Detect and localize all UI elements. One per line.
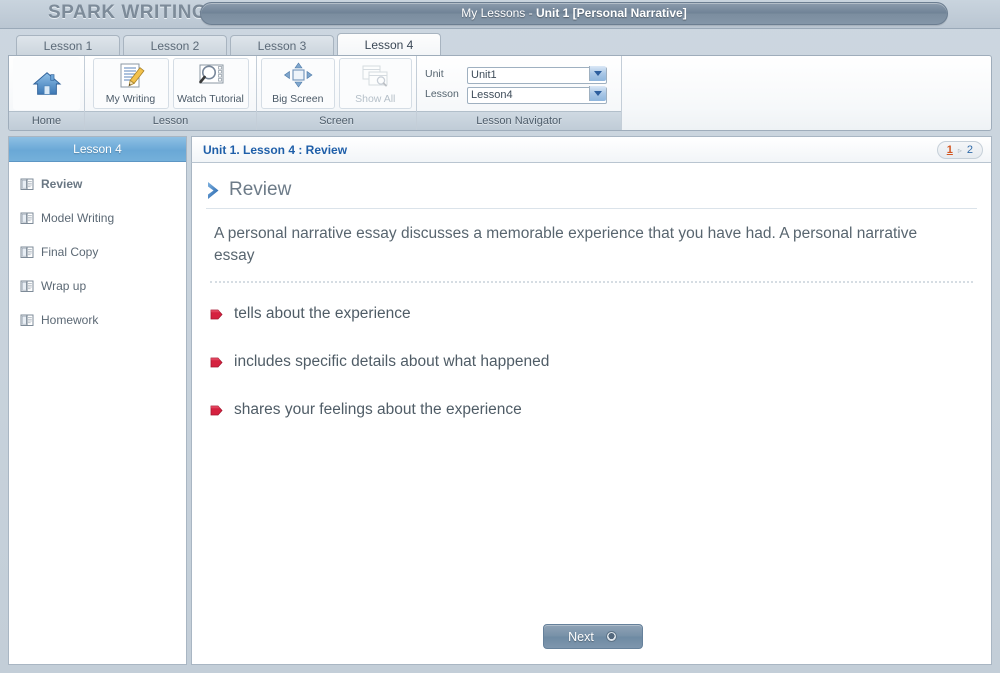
app-logo: SPARK WRITING [48, 2, 208, 23]
sidebar-list: Review Model Writing Final Copy Wrap up … [9, 162, 186, 332]
tab-lesson-3[interactable]: Lesson 3 [230, 35, 334, 55]
sidebar-header: Lesson 4 [9, 137, 186, 162]
list-item: tells about the experience [210, 305, 991, 323]
ribbon-toolbar: Home My Writing Watch Tutorial Lesson Bi… [8, 55, 992, 131]
sidebar-item-homework[interactable]: Homework [9, 308, 186, 332]
book-icon [20, 279, 34, 293]
bullet-list: tells about the experience includes spec… [192, 305, 991, 419]
sidebar-item-review[interactable]: Review [9, 172, 186, 196]
unit-selector-row: Unit Unit1 [425, 65, 613, 84]
title-bar: SPARK WRITING My Lessons - Unit 1 [Perso… [0, 0, 1000, 29]
pencil-document-icon [115, 61, 147, 91]
tab-lesson-1[interactable]: Lesson 1 [16, 35, 120, 55]
page-separator-icon: ▹ [957, 145, 962, 155]
lesson-select-wrap: Lesson4 [467, 85, 607, 104]
tab-lesson-4[interactable]: Lesson 4 [337, 33, 441, 55]
content-header: Unit 1. Lesson 4 : Review 1 ▹ 2 [191, 136, 992, 163]
lesson-select[interactable]: Lesson4 [467, 86, 607, 104]
windows-search-icon [359, 61, 391, 91]
show-all-label: Show All [355, 93, 396, 105]
show-all-button[interactable]: Show All [338, 58, 412, 109]
lesson-label: Lesson [425, 87, 459, 100]
next-button-wrap: Next [192, 624, 991, 649]
intro-paragraph: A personal narrative essay discusses a m… [214, 225, 918, 264]
lesson-tab-strip: Lesson 1 Lesson 2 Lesson 3 Lesson 4 [16, 33, 444, 55]
magnifier-film-icon [195, 61, 227, 91]
window-title-prefix: My Lessons - [461, 6, 536, 20]
page-2-button[interactable]: 2 [967, 144, 973, 156]
lesson-selector-row: Lesson Lesson4 [425, 85, 613, 104]
unit-select-wrap: Unit1 [467, 65, 607, 84]
sidebar-item-model-writing[interactable]: Model Writing [9, 206, 186, 230]
list-item-label: tells about the experience [234, 305, 411, 322]
window-title: My Lessons - Unit 1 [Personal Narrative] [201, 6, 947, 20]
red-arrow-bullet-icon [210, 404, 223, 417]
pagination: 1 ▹ 2 [936, 141, 983, 159]
window-title-pill: My Lessons - Unit 1 [Personal Narrative] [200, 2, 948, 25]
next-button-label: Next [568, 629, 594, 644]
ribbon-group-lesson-navigator: Unit Unit1 Lesson Lesson4 Lesson Navigat… [417, 56, 622, 130]
ribbon-group-home-label: Home [9, 111, 84, 130]
tab-lesson-2[interactable]: Lesson 2 [123, 35, 227, 55]
content-panel: Unit 1. Lesson 4 : Review 1 ▹ 2 Review A… [191, 136, 992, 665]
big-screen-button[interactable]: Big Screen [261, 58, 335, 109]
sidebar-item-label: Model Writing [41, 211, 115, 225]
book-icon [20, 245, 34, 259]
ribbon-group-screen-label: Screen [257, 111, 416, 130]
application-window: SPARK WRITING My Lessons - Unit 1 [Perso… [0, 0, 1000, 673]
ribbon-group-screen: Big Screen Show All Screen [257, 56, 417, 130]
content-body: Review A personal narrative essay discus… [191, 163, 992, 665]
book-icon [20, 177, 34, 191]
lesson-sidebar: Lesson 4 Review Model Writing Final Copy… [8, 136, 187, 665]
big-screen-label: Big Screen [272, 93, 324, 105]
main-area: Lesson 4 Review Model Writing Final Copy… [8, 136, 992, 665]
red-arrow-bullet-icon [210, 356, 223, 369]
list-item: includes specific details about what hap… [210, 353, 991, 371]
section-title: Review [229, 179, 292, 200]
section-title-rule [206, 208, 977, 209]
breadcrumb: Unit 1. Lesson 4 : Review [203, 143, 348, 157]
sidebar-item-wrap-up[interactable]: Wrap up [9, 274, 186, 298]
sidebar-item-label: Homework [41, 313, 99, 327]
expand-arrows-icon [282, 61, 314, 91]
red-arrow-bullet-icon [210, 308, 223, 321]
home-button[interactable] [13, 57, 80, 110]
list-item-label: shares your feelings about the experienc… [234, 401, 522, 418]
next-button[interactable]: Next [542, 624, 643, 649]
unit-label: Unit [425, 67, 444, 80]
chevron-right-icon [206, 181, 221, 200]
sidebar-item-label: Final Copy [41, 245, 99, 259]
list-item-label: includes specific details about what hap… [234, 353, 550, 370]
sidebar-item-label: Review [41, 177, 83, 191]
book-icon [20, 313, 34, 327]
unit-select[interactable]: Unit1 [467, 66, 607, 84]
section-title-row: Review [206, 179, 991, 201]
ribbon-group-navigator-label: Lesson Navigator [417, 111, 621, 130]
sidebar-item-final-copy[interactable]: Final Copy [9, 240, 186, 264]
ribbon-group-home: Home [9, 56, 85, 130]
ribbon-group-lesson-label: Lesson [85, 111, 256, 130]
book-icon [20, 211, 34, 225]
my-writing-label: My Writing [105, 93, 156, 105]
watch-tutorial-label: Watch Tutorial [177, 93, 244, 105]
page-1-button[interactable]: 1 [947, 144, 953, 156]
dotted-divider [210, 281, 973, 283]
watch-tutorial-button[interactable]: Watch Tutorial [172, 58, 249, 109]
list-item: shares your feelings about the experienc… [210, 401, 991, 419]
my-writing-button[interactable]: My Writing [92, 58, 169, 109]
ribbon-group-lesson: My Writing Watch Tutorial Lesson [85, 56, 257, 130]
home-icon [31, 69, 63, 99]
window-title-unit: Unit 1 [Personal Narrative] [535, 6, 687, 20]
sidebar-item-label: Wrap up [41, 279, 87, 293]
next-arrow-icon [605, 631, 617, 642]
